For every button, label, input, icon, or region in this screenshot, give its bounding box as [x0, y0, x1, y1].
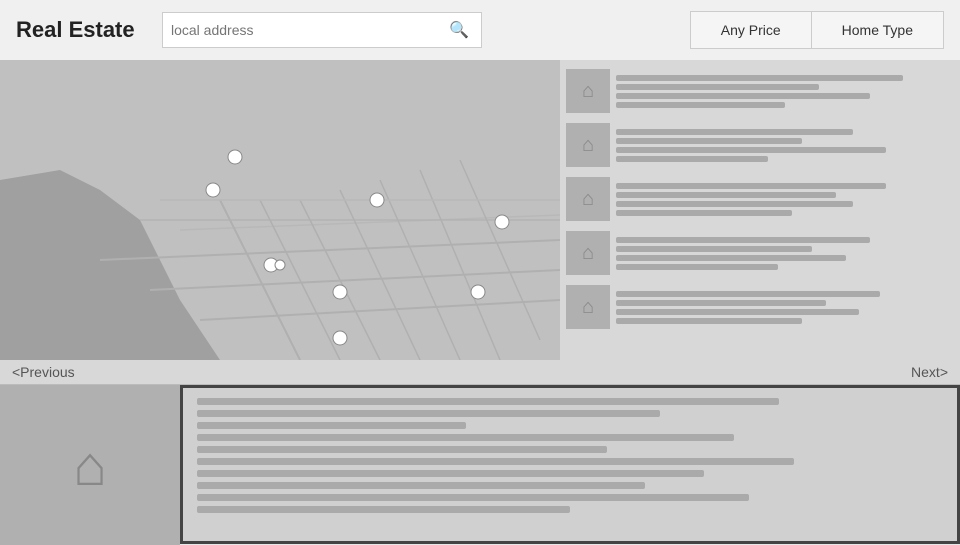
listing-line [616, 102, 785, 108]
detail-line [197, 482, 645, 489]
detail-line [197, 458, 794, 465]
top-section: ⌂ ⌂ ⌂ ⌂ ⌂ [0, 60, 960, 360]
listing-lines [616, 291, 954, 324]
home-icon-small: ⌂ [582, 296, 594, 319]
home-icon-small: ⌂ [582, 80, 594, 103]
listing-line [616, 138, 802, 144]
listing-lines [616, 129, 954, 162]
listing-line [616, 291, 880, 297]
search-input[interactable] [171, 22, 445, 38]
app-title: Real Estate [16, 17, 146, 43]
detail-line [197, 410, 660, 417]
home-icon-small: ⌂ [582, 188, 594, 211]
search-button[interactable]: 🔍 [445, 20, 473, 40]
home-icon-large: ⌂ [73, 433, 107, 498]
listing-line [616, 300, 826, 306]
filter-buttons: Any Price Home Type [690, 11, 944, 49]
search-bar: 🔍 [162, 12, 482, 48]
detail-line [197, 422, 466, 429]
listing-thumbnail: ⌂ [566, 177, 610, 221]
listing-item[interactable]: ⌂ [560, 280, 960, 334]
listing-line [616, 210, 792, 216]
detail-line [197, 398, 779, 405]
listing-line [616, 318, 802, 324]
listing-lines [616, 75, 954, 108]
listing-panel: ⌂ ⌂ ⌂ ⌂ ⌂ [560, 60, 960, 360]
listing-line [616, 237, 870, 243]
listing-lines [616, 237, 954, 270]
listing-line [616, 156, 768, 162]
home-type-filter-button[interactable]: Home Type [812, 12, 943, 48]
listing-item[interactable]: ⌂ [560, 64, 960, 118]
listing-line [616, 93, 870, 99]
listing-item[interactable]: ⌂ [560, 118, 960, 172]
listing-lines [616, 183, 954, 216]
listing-line [616, 201, 853, 207]
listing-line [616, 255, 846, 261]
listing-thumbnail: ⌂ [566, 285, 610, 329]
prev-page-button[interactable]: <Previous [12, 364, 75, 380]
detail-line [197, 506, 570, 513]
next-page-button[interactable]: Next> [911, 364, 948, 380]
listing-line [616, 129, 853, 135]
bottom-section: ⌂ [0, 384, 960, 544]
listing-line [616, 183, 886, 189]
listing-line [616, 192, 836, 198]
home-icon-small: ⌂ [582, 134, 594, 157]
map-svg [0, 60, 560, 360]
pagination: <Previous Next> [0, 360, 960, 384]
listing-item[interactable]: ⌂ [560, 172, 960, 226]
home-icon-small: ⌂ [582, 242, 594, 265]
listing-thumbnail: ⌂ [566, 123, 610, 167]
listing-item[interactable]: ⌂ [560, 226, 960, 280]
listing-line [616, 264, 778, 270]
detail-line [197, 494, 749, 501]
detail-content [180, 385, 960, 544]
listing-thumbnail: ⌂ [566, 69, 610, 113]
header: Real Estate 🔍 Any Price Home Type [0, 0, 960, 60]
detail-thumbnail: ⌂ [0, 385, 180, 545]
listing-line [616, 309, 859, 315]
listing-line [616, 246, 812, 252]
listing-line [616, 75, 903, 81]
main-content: ⌂ ⌂ ⌂ ⌂ ⌂ <Previous Next> ⌂ [0, 60, 960, 540]
price-filter-button[interactable]: Any Price [691, 12, 812, 48]
listing-line [616, 147, 886, 153]
detail-line [197, 434, 734, 441]
detail-line [197, 470, 704, 477]
detail-line [197, 446, 607, 453]
listing-thumbnail: ⌂ [566, 231, 610, 275]
listing-line [616, 84, 819, 90]
map-container[interactable] [0, 60, 560, 360]
